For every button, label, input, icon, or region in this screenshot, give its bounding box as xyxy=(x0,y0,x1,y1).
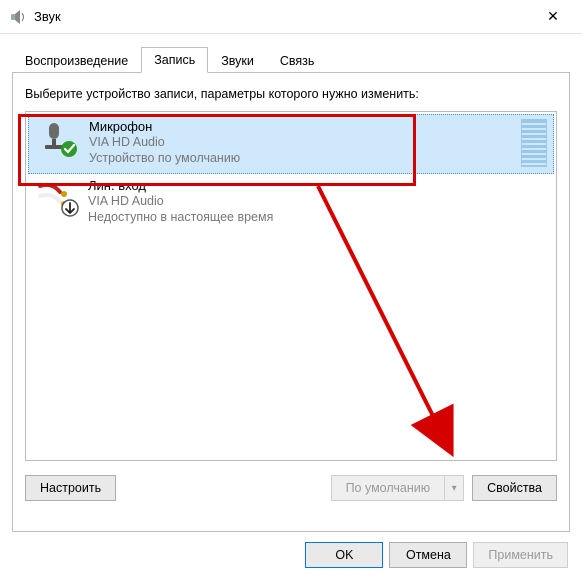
properties-button[interactable]: Свойства xyxy=(472,475,557,501)
device-item-line-in[interactable]: Лин. вход VIA HD Audio Недоступно в наст… xyxy=(28,174,554,232)
set-default-main: По умолчанию xyxy=(331,475,446,501)
device-driver: VIA HD Audio xyxy=(89,135,515,151)
configure-button[interactable]: Настроить xyxy=(25,475,116,501)
panel-button-row: Настроить По умолчанию ▾ Свойства xyxy=(25,475,557,501)
set-default-button: По умолчанию ▾ xyxy=(331,475,465,501)
properties-label: Свойства xyxy=(487,481,542,495)
instruction-text: Выберите устройство записи, параметры ко… xyxy=(25,87,557,101)
ok-button[interactable]: OK xyxy=(305,542,383,568)
device-status: Устройство по умолчанию xyxy=(89,151,515,167)
dialog-button-row: OK Отмена Применить xyxy=(0,532,582,580)
cancel-label: Отмена xyxy=(406,548,451,562)
sound-icon xyxy=(10,9,26,25)
tab-playback[interactable]: Воспроизведение xyxy=(12,48,141,73)
tab-recording[interactable]: Запись xyxy=(141,47,208,73)
apply-button: Применить xyxy=(473,542,568,568)
cancel-button[interactable]: Отмена xyxy=(389,542,467,568)
ok-label: OK xyxy=(335,548,353,562)
device-status: Недоступно в настоящее время xyxy=(88,210,548,226)
configure-label: Настроить xyxy=(40,481,101,495)
line-in-icon xyxy=(34,178,82,218)
device-name: Лин. вход xyxy=(88,178,548,194)
device-text: Микрофон VIA HD Audio Устройство по умол… xyxy=(83,119,515,167)
device-name: Микрофон xyxy=(89,119,515,135)
device-list[interactable]: Микрофон VIA HD Audio Устройство по умол… xyxy=(25,111,557,461)
titlebar: Звук ✕ xyxy=(0,0,582,34)
device-text: Лин. вход VIA HD Audio Недоступно в наст… xyxy=(82,178,548,226)
tab-panel: Выберите устройство записи, параметры ко… xyxy=(12,72,570,532)
device-driver: VIA HD Audio xyxy=(88,194,548,210)
tab-strip: Воспроизведение Запись Звуки Связь xyxy=(0,34,582,72)
chevron-down-icon: ▾ xyxy=(444,475,464,501)
device-item-microphone[interactable]: Микрофон VIA HD Audio Устройство по умол… xyxy=(28,114,554,174)
microphone-icon xyxy=(35,119,83,159)
window-title: Звук xyxy=(34,9,532,24)
apply-label: Применить xyxy=(488,548,553,562)
close-icon[interactable]: ✕ xyxy=(532,3,574,31)
level-meter xyxy=(521,119,547,167)
tab-sounds[interactable]: Звуки xyxy=(208,48,267,73)
set-default-label: По умолчанию xyxy=(346,481,431,495)
tab-communications[interactable]: Связь xyxy=(267,48,328,73)
